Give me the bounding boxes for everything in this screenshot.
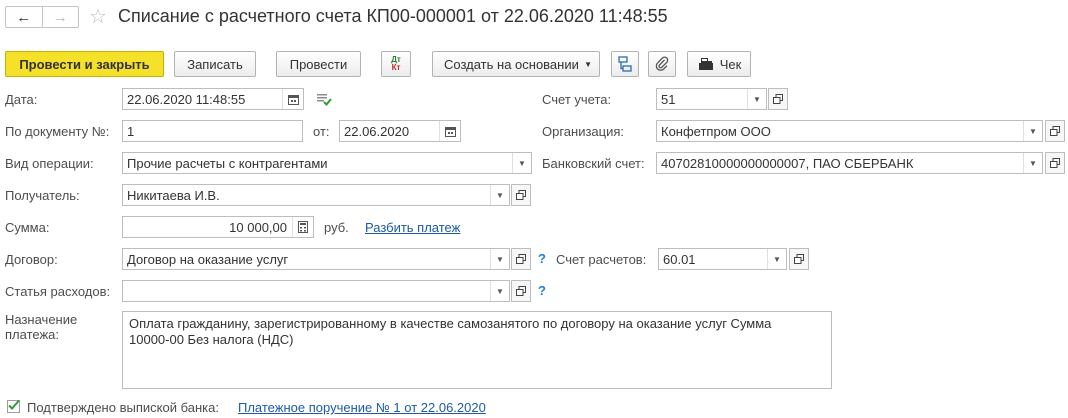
open-bank-account-button[interactable] <box>1045 152 1065 174</box>
checkmark-icon <box>8 399 20 410</box>
doc-date-field[interactable]: 22.06.2020 <box>339 120 461 142</box>
save-button[interactable]: Записать <box>174 51 256 77</box>
recipient-label: Получатель: <box>5 188 80 203</box>
open-account-button[interactable] <box>768 88 788 110</box>
organization-label: Организация: <box>542 124 625 139</box>
amount-label: Сумма: <box>5 220 50 235</box>
purpose-label-line2: платежа: <box>5 327 59 342</box>
account-value: 51 <box>661 92 676 107</box>
bank-account-value: 40702810000000000007, ПАО СБЕРБАНК <box>661 156 914 171</box>
open-expense-item-button[interactable] <box>511 280 531 302</box>
cash-register-icon <box>698 58 713 70</box>
open-window-icon <box>1050 126 1060 136</box>
post-and-close-button[interactable]: Провести и закрыть <box>5 51 164 77</box>
operation-type-select[interactable]: Прочие расчеты с контрагентами ▼ <box>122 152 532 174</box>
settlement-account-value: 60.01 <box>663 252 696 267</box>
purpose-text-line1: Оплата гражданину, зарегистрированному в… <box>129 316 772 331</box>
amount-field[interactable]: 10 000,00 <box>122 216 314 238</box>
open-window-icon <box>516 254 526 264</box>
operation-type-value: Прочие расчеты с контрагентами <box>127 156 328 171</box>
chevron-down-icon[interactable]: ▼ <box>490 185 509 205</box>
open-window-icon <box>516 286 526 296</box>
page-title: Списание с расчетного счета КП00-000001 … <box>118 6 668 26</box>
receipt-button[interactable]: Чек <box>687 51 751 77</box>
payment-purpose-textarea[interactable]: Оплата гражданину, зарегистрированному в… <box>122 311 832 389</box>
contract-label: Договор: <box>5 252 58 267</box>
settlement-account-select[interactable]: 60.01 ▼ <box>658 248 787 270</box>
purpose-label-line1: Назначение <box>5 312 78 327</box>
bank-confirmed-label: Подтверждено выпиской банка: <box>27 400 219 415</box>
doc-number-field[interactable]: 1 <box>122 120 303 142</box>
post-button[interactable]: Провести <box>276 51 361 77</box>
expense-item-help-icon[interactable]: ? <box>538 283 546 298</box>
create-based-on-label: Создать на основании <box>444 56 579 72</box>
open-settlement-account-button[interactable] <box>789 248 809 270</box>
date-field[interactable]: 22.06.2020 11:48:55 <box>122 88 304 110</box>
contract-help-icon[interactable]: ? <box>538 251 546 266</box>
chevron-down-icon[interactable]: ▼ <box>490 249 509 269</box>
chevron-down-icon[interactable]: ▼ <box>512 153 531 173</box>
amount-value: 10 000,00 <box>229 220 287 235</box>
hierarchy-icon <box>618 56 632 72</box>
contract-value: Договор на оказание услуг <box>127 252 289 267</box>
calculator-icon[interactable] <box>292 217 313 237</box>
receipt-label: Чек <box>719 56 742 72</box>
open-recipient-button[interactable] <box>511 184 531 206</box>
back-button[interactable]: ← <box>6 7 43 27</box>
organization-value: Конфетпром ООО <box>661 124 771 139</box>
comment-check-icon[interactable] <box>316 92 332 109</box>
chevron-down-icon: ▼ <box>584 60 592 69</box>
chevron-down-icon[interactable]: ▼ <box>1023 153 1042 173</box>
attachment-button[interactable] <box>648 51 676 77</box>
kt-icon-label: Кт <box>391 63 401 72</box>
settlement-account-label: Счет расчетов: <box>556 252 647 267</box>
structure-button[interactable] <box>611 51 639 77</box>
calendar-icon[interactable] <box>282 89 303 109</box>
payment-order-link[interactable]: Платежное поручение № 1 от 22.06.2020 <box>238 400 486 415</box>
chevron-down-icon[interactable]: ▼ <box>1023 121 1042 141</box>
open-window-icon <box>794 254 804 264</box>
open-window-icon <box>773 94 783 104</box>
calendar-icon[interactable] <box>439 121 460 141</box>
currency-label: руб. <box>324 220 349 235</box>
forward-button[interactable]: → <box>43 7 79 27</box>
doc-number-label: По документу №: <box>5 124 110 139</box>
recipient-select[interactable]: Никитаева И.В. ▼ <box>122 184 510 206</box>
bank-confirmed-checkbox[interactable] <box>7 399 20 413</box>
organization-select[interactable]: Конфетпром ООО ▼ <box>656 120 1043 142</box>
contract-select[interactable]: Договор на оказание услуг ▼ <box>122 248 510 270</box>
doc-date-from-label: от: <box>313 124 330 139</box>
purpose-text-line2: 10000-00 Без налога (НДС) <box>129 332 294 347</box>
expense-item-label: Статья расходов: <box>5 284 111 299</box>
bank-account-select[interactable]: 40702810000000000007, ПАО СБЕРБАНК ▼ <box>656 152 1043 174</box>
forward-arrow-icon: → <box>52 8 68 26</box>
create-based-on-button[interactable]: Создать на основании ▼ <box>432 51 600 77</box>
split-payment-link[interactable]: Разбить платеж <box>365 220 460 235</box>
bank-account-label: Банковский счет: <box>542 156 645 171</box>
recipient-value: Никитаева И.В. <box>127 188 220 203</box>
date-label: Дата: <box>5 92 38 107</box>
nav-back-forward: ← → <box>5 6 79 28</box>
date-value: 22.06.2020 11:48:55 <box>127 92 246 107</box>
open-window-icon <box>516 190 526 200</box>
chevron-down-icon[interactable]: ▼ <box>747 89 766 109</box>
paperclip-icon <box>655 56 669 71</box>
chevron-down-icon[interactable]: ▼ <box>767 249 786 269</box>
expense-item-select[interactable]: ▼ <box>122 280 510 302</box>
doc-number-value: 1 <box>127 124 135 139</box>
doc-date-value: 22.06.2020 <box>344 124 410 139</box>
favorite-star-icon[interactable]: ☆ <box>89 4 107 29</box>
account-select[interactable]: 51 ▼ <box>656 88 767 110</box>
dt-kt-button[interactable]: Дт Кт <box>381 51 411 77</box>
chevron-down-icon[interactable]: ▼ <box>490 281 509 301</box>
account-label: Счет учета: <box>542 92 612 107</box>
open-organization-button[interactable] <box>1045 120 1065 142</box>
operation-type-label: Вид операции: <box>5 156 94 171</box>
back-arrow-icon: ← <box>16 8 32 26</box>
open-window-icon <box>1050 158 1060 168</box>
open-contract-button[interactable] <box>511 248 531 270</box>
